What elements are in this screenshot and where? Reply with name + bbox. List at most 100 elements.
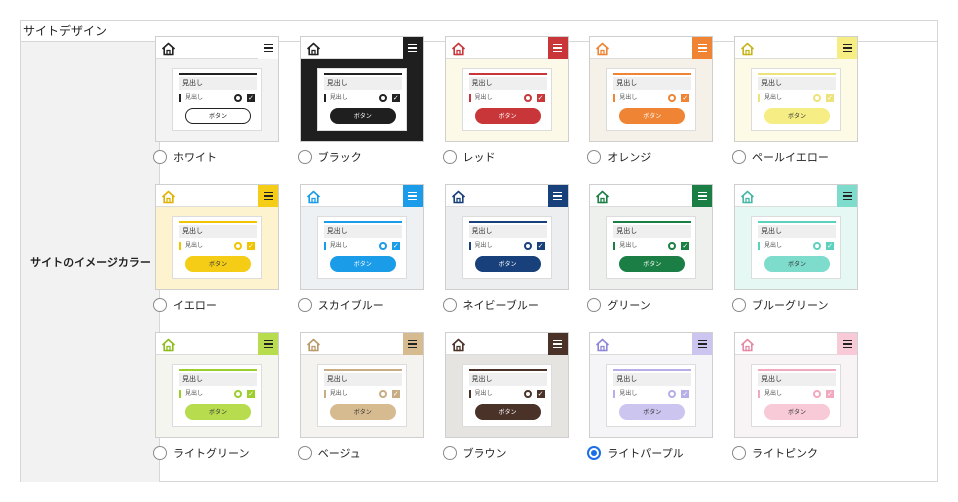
color-radio-paleyellow[interactable]: ペールイエロー <box>732 149 829 165</box>
theme-preview: 見出し 見出し ✓ ボタン <box>299 332 424 438</box>
preview-heading: 見出し <box>613 373 692 386</box>
heading-accent-bar <box>468 73 547 75</box>
preview-heading: 見出し <box>758 77 836 90</box>
color-radio-beige[interactable]: ベージュ <box>297 445 361 461</box>
preview-heading: 見出し <box>468 373 547 386</box>
color-option-skyblue[interactable]: 見出し 見出し ✓ ボタン スカイブルー <box>297 184 430 324</box>
color-option-beige[interactable]: 見出し 見出し ✓ ボタンベージュ <box>297 332 430 472</box>
preview-body: 見出し 見出し ✓ ボタン <box>300 355 423 437</box>
home-icon <box>451 337 466 352</box>
checkbox-sample-icon: ✓ <box>391 242 400 250</box>
color-radio-black[interactable]: ブラック <box>297 149 362 165</box>
color-radio-lightpink[interactable]: ライトピンク <box>732 445 818 461</box>
radio-button[interactable] <box>732 298 746 312</box>
radio-button[interactable] <box>442 150 457 164</box>
heading-accent-bar <box>613 221 692 223</box>
radio-button[interactable] <box>587 150 602 164</box>
radio-sample-icon <box>813 390 821 398</box>
radio-button[interactable] <box>732 446 746 460</box>
color-radio-lightpurple[interactable]: ライトパープル <box>587 445 684 461</box>
menu-icon <box>402 333 423 355</box>
color-option-label: ライトパープル <box>607 447 684 460</box>
radio-button[interactable] <box>732 150 746 164</box>
preview-subheading: 見出し <box>764 242 783 249</box>
checkbox-sample-icon: ✓ <box>536 390 545 398</box>
radio-button[interactable] <box>297 298 312 312</box>
preview-subheading: 見出し <box>185 390 204 397</box>
color-option-white[interactable]: 見出し 見出し ✓ ボタン ホワイト <box>153 36 285 176</box>
preview-card: 見出し 見出し ✓ ボタン <box>461 216 552 279</box>
preview-header <box>445 185 568 207</box>
radio-button[interactable] <box>297 150 312 164</box>
color-radio-brown[interactable]: ブラウン <box>442 445 507 461</box>
preview-card: 見出し 見出し ✓ ボタン <box>461 364 552 427</box>
checkbox-sample-icon: ✓ <box>826 94 834 102</box>
color-option-yellow[interactable]: 見出し 見出し ✓ ボタンイエロー <box>153 184 285 324</box>
color-option-label: ネイビーブルー <box>462 299 539 312</box>
color-radio-red[interactable]: レッド <box>442 149 496 165</box>
preview-button: ボタン <box>185 108 251 124</box>
preview-subheading: 見出し <box>185 94 204 101</box>
preview-heading: 見出し <box>323 225 402 238</box>
home-icon <box>306 337 321 352</box>
preview-card: 見出し 見出し ✓ ボタン <box>172 68 262 131</box>
radio-button[interactable] <box>442 298 457 312</box>
preview-body: 見出し 見出し ✓ ボタン <box>445 355 568 437</box>
color-option-lightgreen[interactable]: 見出し 見出し ✓ ボタン ライトグリーン <box>153 332 285 472</box>
color-radio-yellow[interactable]: イエロー <box>153 297 217 313</box>
heading-accent-bar <box>179 221 257 223</box>
radio-button[interactable] <box>153 298 167 312</box>
radio-button[interactable] <box>587 298 602 312</box>
color-radio-white[interactable]: ホワイト <box>153 149 217 165</box>
home-icon <box>740 337 755 352</box>
color-option-brown[interactable]: 見出し 見出し ✓ ボタン ブラウン <box>442 332 575 472</box>
color-radio-bluegreen[interactable]: ブルーグリーン <box>732 297 828 313</box>
menu-icon <box>402 185 423 207</box>
radio-sample-icon <box>378 242 387 250</box>
radio-button[interactable] <box>442 446 457 460</box>
preview-card: 見出し 見出し ✓ ボタン <box>751 216 841 279</box>
menu-icon <box>547 185 568 207</box>
color-radio-lightgreen[interactable]: ライトグリーン <box>153 445 249 461</box>
checkbox-sample-icon: ✓ <box>681 390 690 398</box>
radio-button[interactable] <box>153 446 167 460</box>
checkbox-sample-icon: ✓ <box>247 94 255 102</box>
color-option-label: スカイブルー <box>317 299 384 312</box>
preview-body: 見出し 見出し ✓ ボタン <box>590 59 713 141</box>
color-option-red[interactable]: 見出し 見出し ✓ ボタンレッド <box>442 36 575 176</box>
color-radio-orange[interactable]: オレンジ <box>587 149 651 165</box>
color-option-navyblue[interactable]: 見出し 見出し ✓ ボタンネイビーブルー <box>442 184 575 324</box>
radio-button[interactable] <box>153 150 167 164</box>
checkbox-sample-icon: ✓ <box>536 94 545 102</box>
subheading-mark <box>613 390 616 398</box>
color-option-lightpink[interactable]: 見出し 見出し ✓ ボタン ライトピンク <box>732 332 864 472</box>
color-option-green[interactable]: 見出し 見出し ✓ ボタン グリーン <box>587 184 719 324</box>
preview-card: 見出し 見出し ✓ ボタン <box>751 364 841 427</box>
preview-card: 見出し 見出し ✓ ボタン <box>172 216 262 279</box>
preview-heading: 見出し <box>468 225 547 238</box>
color-radio-skyblue[interactable]: スカイブルー <box>297 297 384 313</box>
color-option-lightpurple[interactable]: 見出し 見出し ✓ ボタン ライトパープル <box>587 332 719 472</box>
color-radio-green[interactable]: グリーン <box>587 297 651 313</box>
color-option-orange[interactable]: 見出し 見出し ✓ ボタンオレンジ <box>587 36 719 176</box>
color-radio-navyblue[interactable]: ネイビーブルー <box>442 297 539 313</box>
color-option-bluegreen[interactable]: 見出し 見出し ✓ ボタンブルーグリーン <box>732 184 864 324</box>
menu-icon <box>547 37 568 59</box>
menu-icon <box>547 333 568 355</box>
preview-heading: 見出し <box>758 373 836 386</box>
preview-header <box>300 37 423 59</box>
home-icon <box>595 189 610 204</box>
subheading-mark <box>758 242 760 250</box>
subheading-mark <box>323 242 326 250</box>
radio-button[interactable] <box>587 446 602 460</box>
radio-button[interactable] <box>297 446 312 460</box>
theme-preview: 見出し 見出し ✓ ボタン <box>734 332 858 438</box>
checkbox-sample-icon: ✓ <box>826 390 834 398</box>
color-option-paleyellow[interactable]: 見出し 見出し ✓ ボタン ペールイエロー <box>732 36 864 176</box>
theme-preview: 見出し 見出し ✓ ボタン <box>444 36 569 142</box>
color-option-label: ライトグリーン <box>173 447 250 460</box>
color-option-label: イエロー <box>173 299 217 312</box>
preview-header <box>735 333 857 355</box>
color-option-black[interactable]: 見出し 見出し ✓ ボタン ブラック <box>297 36 430 176</box>
preview-header <box>156 333 278 355</box>
